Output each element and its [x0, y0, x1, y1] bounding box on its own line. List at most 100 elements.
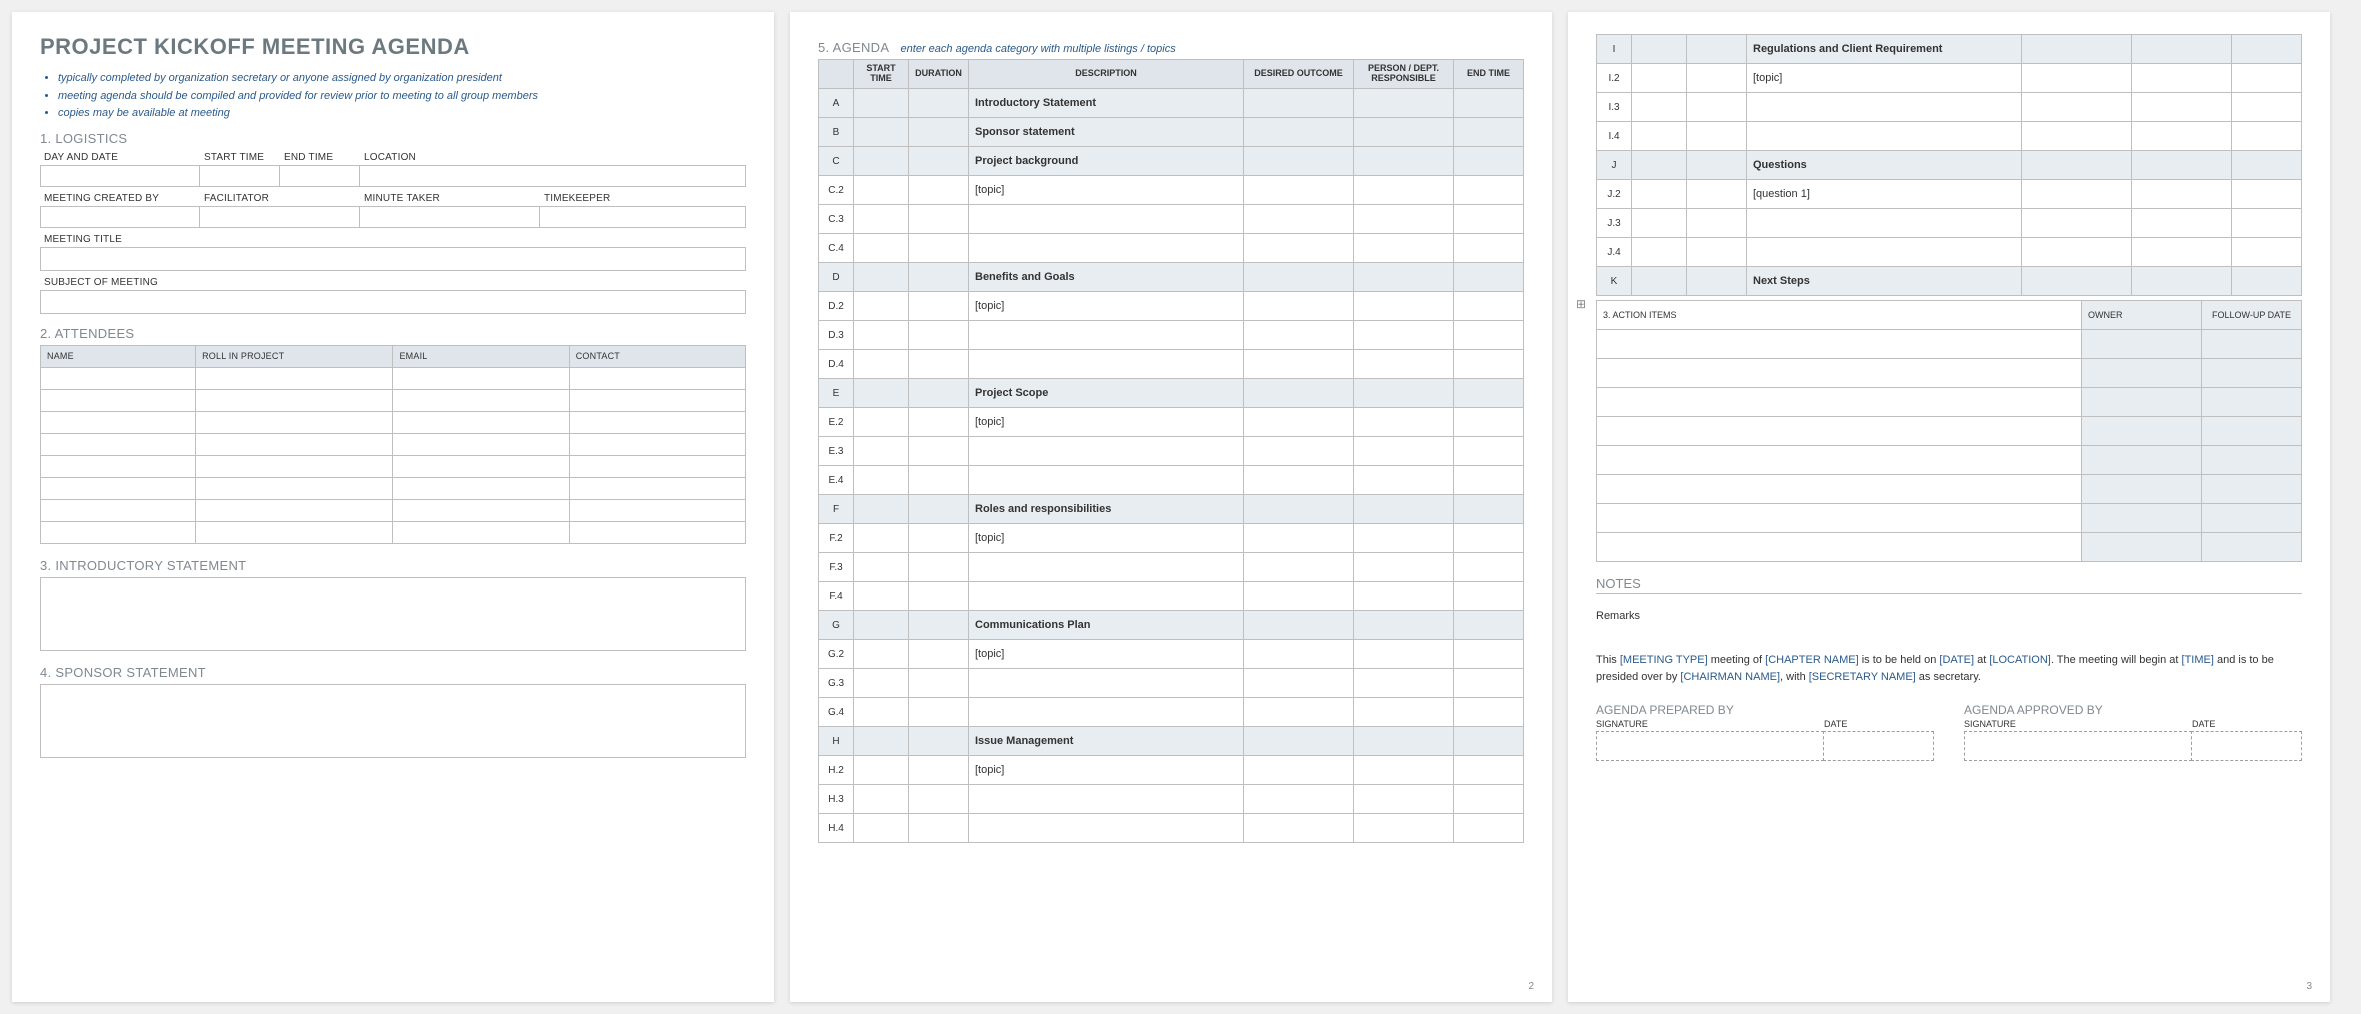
agenda-cell[interactable] [909, 321, 969, 350]
agenda-cell[interactable] [1354, 640, 1454, 669]
prepared-date-box[interactable] [1823, 731, 1934, 761]
agenda-cell[interactable] [1454, 408, 1524, 437]
agenda-cell[interactable] [1687, 93, 1747, 122]
agenda-row-description[interactable] [969, 321, 1244, 350]
agenda-cell[interactable] [1244, 727, 1354, 756]
agenda-cell[interactable] [1632, 209, 1687, 238]
agenda-row-description[interactable] [969, 350, 1244, 379]
input-timekeeper[interactable] [539, 206, 746, 228]
agenda-cell[interactable] [1687, 267, 1747, 296]
agenda-cell[interactable] [1244, 669, 1354, 698]
agenda-cell[interactable] [909, 379, 969, 408]
agenda-cell[interactable] [2022, 64, 2132, 93]
agenda-cell[interactable] [1632, 151, 1687, 180]
agenda-cell[interactable] [2132, 122, 2232, 151]
agenda-cell[interactable] [1354, 147, 1454, 176]
table-cell[interactable] [2202, 417, 2302, 446]
agenda-cell[interactable] [854, 611, 909, 640]
agenda-cell[interactable] [1354, 118, 1454, 147]
table-cell[interactable] [393, 455, 569, 477]
agenda-row-description[interactable]: Benefits and Goals [969, 263, 1244, 292]
agenda-cell[interactable] [1244, 118, 1354, 147]
table-cell[interactable] [569, 433, 745, 455]
agenda-cell[interactable] [1687, 122, 1747, 151]
table-cell[interactable] [393, 521, 569, 543]
agenda-cell[interactable] [854, 408, 909, 437]
agenda-row-description[interactable] [1747, 209, 2022, 238]
agenda-cell[interactable] [1244, 263, 1354, 292]
agenda-row-description[interactable] [969, 553, 1244, 582]
agenda-cell[interactable] [1454, 582, 1524, 611]
sponsor-statement-box[interactable] [40, 684, 746, 758]
agenda-cell[interactable] [2232, 238, 2302, 267]
agenda-cell[interactable] [1632, 93, 1687, 122]
agenda-cell[interactable] [854, 785, 909, 814]
table-cell[interactable] [569, 411, 745, 433]
agenda-cell[interactable] [1244, 205, 1354, 234]
agenda-cell[interactable] [909, 437, 969, 466]
agenda-row-description[interactable]: Next Steps [1747, 267, 2022, 296]
agenda-cell[interactable] [1354, 495, 1454, 524]
agenda-cell[interactable] [909, 350, 969, 379]
agenda-cell[interactable] [854, 205, 909, 234]
agenda-cell[interactable] [2022, 238, 2132, 267]
agenda-cell[interactable] [854, 234, 909, 263]
table-cell[interactable] [1597, 359, 2082, 388]
agenda-cell[interactable] [909, 234, 969, 263]
agenda-cell[interactable] [2022, 267, 2132, 296]
table-cell[interactable] [41, 521, 196, 543]
table-cell[interactable] [196, 477, 393, 499]
table-cell[interactable] [393, 411, 569, 433]
agenda-cell[interactable] [909, 118, 969, 147]
agenda-cell[interactable] [2132, 64, 2232, 93]
table-cell[interactable] [2082, 504, 2202, 533]
agenda-cell[interactable] [854, 321, 909, 350]
agenda-row-description[interactable]: [topic] [969, 176, 1244, 205]
agenda-row-description[interactable] [1747, 238, 2022, 267]
table-cell[interactable] [393, 389, 569, 411]
agenda-cell[interactable] [1632, 35, 1687, 64]
agenda-cell[interactable] [909, 205, 969, 234]
agenda-row-description[interactable]: Roles and responsibilities [969, 495, 1244, 524]
agenda-cell[interactable] [1244, 466, 1354, 495]
input-end-time[interactable] [279, 165, 360, 187]
agenda-cell[interactable] [1244, 379, 1354, 408]
approved-signature-box[interactable] [1964, 731, 2192, 761]
agenda-cell[interactable] [1632, 180, 1687, 209]
table-cell[interactable] [196, 499, 393, 521]
agenda-row-description[interactable]: Sponsor statement [969, 118, 1244, 147]
table-cell[interactable] [196, 521, 393, 543]
table-cell[interactable] [2202, 504, 2302, 533]
agenda-cell[interactable] [909, 669, 969, 698]
agenda-cell[interactable] [2132, 238, 2232, 267]
table-cell[interactable] [569, 499, 745, 521]
agenda-cell[interactable] [909, 814, 969, 843]
agenda-row-description[interactable]: Introductory Statement [969, 89, 1244, 118]
agenda-cell[interactable] [1632, 267, 1687, 296]
agenda-cell[interactable] [1687, 209, 1747, 238]
agenda-cell[interactable] [1244, 89, 1354, 118]
agenda-cell[interactable] [1244, 553, 1354, 582]
agenda-cell[interactable] [1354, 205, 1454, 234]
table-cell[interactable] [196, 433, 393, 455]
agenda-cell[interactable] [854, 89, 909, 118]
agenda-cell[interactable] [1454, 785, 1524, 814]
agenda-cell[interactable] [1454, 263, 1524, 292]
table-cell[interactable] [2082, 533, 2202, 562]
table-cell[interactable] [196, 455, 393, 477]
agenda-cell[interactable] [1454, 698, 1524, 727]
agenda-cell[interactable] [1244, 611, 1354, 640]
agenda-cell[interactable] [854, 350, 909, 379]
agenda-cell[interactable] [909, 89, 969, 118]
table-cell[interactable] [393, 367, 569, 389]
agenda-cell[interactable] [2232, 151, 2302, 180]
agenda-cell[interactable] [1454, 756, 1524, 785]
table-cell[interactable] [2202, 533, 2302, 562]
table-cell[interactable] [41, 411, 196, 433]
agenda-cell[interactable] [1454, 292, 1524, 321]
table-cell[interactable] [196, 389, 393, 411]
agenda-cell[interactable] [1454, 495, 1524, 524]
input-created-by[interactable] [40, 206, 200, 228]
agenda-cell[interactable] [1454, 379, 1524, 408]
agenda-row-description[interactable] [969, 785, 1244, 814]
